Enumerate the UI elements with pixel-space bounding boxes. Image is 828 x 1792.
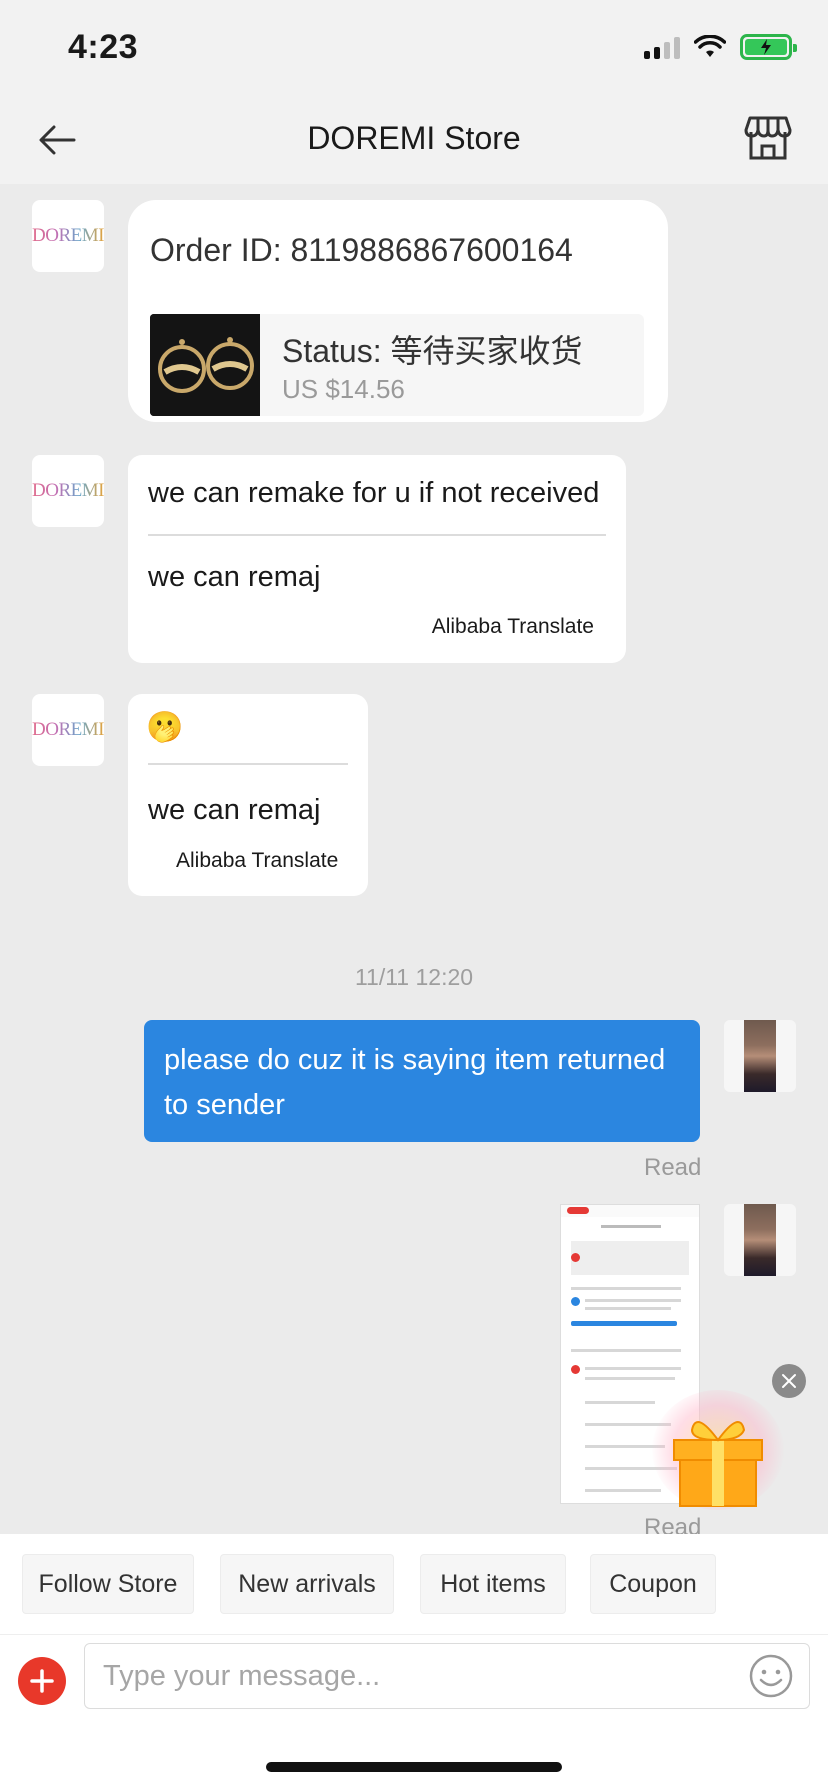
home-indicator[interactable]: [266, 1762, 562, 1772]
translation-divider: [148, 763, 348, 765]
message-original-text: we can remake for u if not received: [148, 477, 600, 509]
store-avatar[interactable]: DOREMI: [32, 694, 104, 766]
hot-items-button[interactable]: Hot items: [420, 1554, 566, 1614]
battery-charging-icon: [740, 34, 797, 60]
read-receipt: Read: [644, 1154, 702, 1181]
wifi-icon: [694, 35, 726, 57]
store-icon[interactable]: [742, 112, 794, 164]
outgoing-message-text: please do cuz it is saying item returned…: [164, 1044, 666, 1121]
order-status: Status: 等待买家收货: [282, 333, 583, 369]
message-translation-text: we can remaj: [148, 794, 321, 826]
message-emoji: 🫢: [146, 711, 184, 744]
coupon-button[interactable]: Coupon: [590, 1554, 716, 1614]
user-avatar[interactable]: [724, 1020, 796, 1092]
user-avatar[interactable]: [724, 1204, 796, 1276]
message-input-bar: [0, 1634, 828, 1726]
read-receipt: Read: [644, 1514, 702, 1534]
chat-area[interactable]: DOREMI Order ID: 8119886867600164 Status…: [0, 184, 828, 1534]
incoming-message[interactable]: 🫢 we can remaj Alibaba Translate: [128, 694, 368, 896]
quick-actions-bar: Follow Store New arrivals Hot items Coup…: [0, 1534, 828, 1634]
gift-promo-button[interactable]: [652, 1390, 784, 1510]
page-title: DOREMI Store: [307, 120, 521, 156]
order-product[interactable]: Status: 等待买家收货 US $14.56: [150, 314, 644, 416]
translation-divider: [148, 534, 606, 536]
emoji-icon[interactable]: [748, 1653, 794, 1699]
order-id: Order ID: 8119886867600164: [150, 232, 573, 268]
message-timestamp: 11/11 12:20: [354, 964, 474, 990]
order-price: US $14.56: [282, 374, 405, 404]
close-promo-button[interactable]: [772, 1364, 806, 1398]
incoming-message[interactable]: we can remake for u if not received we c…: [128, 455, 626, 663]
cellular-signal-icon: [644, 35, 680, 59]
message-translation-text: we can remaj: [148, 561, 321, 593]
outgoing-message[interactable]: please do cuz it is saying item returned…: [144, 1020, 700, 1142]
plus-icon: [30, 1669, 54, 1693]
order-card[interactable]: Order ID: 8119886867600164 Status: 等待买家收…: [128, 200, 668, 422]
product-thumbnail: [150, 314, 260, 416]
add-attachment-button[interactable]: [18, 1657, 66, 1705]
translate-label: Alibaba Translate: [176, 849, 339, 872]
chat-header: DOREMI Store: [0, 96, 828, 184]
bottom-safe-area: [0, 1726, 828, 1792]
store-avatar[interactable]: DOREMI: [32, 455, 104, 527]
translate-label: Alibaba Translate: [431, 615, 594, 638]
status-icons: [644, 34, 797, 60]
message-input[interactable]: [84, 1643, 810, 1709]
store-avatar[interactable]: DOREMI: [32, 200, 104, 272]
new-arrivals-button[interactable]: New arrivals: [220, 1554, 394, 1614]
close-icon: [782, 1374, 796, 1388]
follow-store-button[interactable]: Follow Store: [22, 1554, 194, 1614]
status-time: 4:23: [68, 28, 139, 66]
gift-icon: [673, 1421, 763, 1507]
status-bar: 4:23: [0, 0, 828, 96]
